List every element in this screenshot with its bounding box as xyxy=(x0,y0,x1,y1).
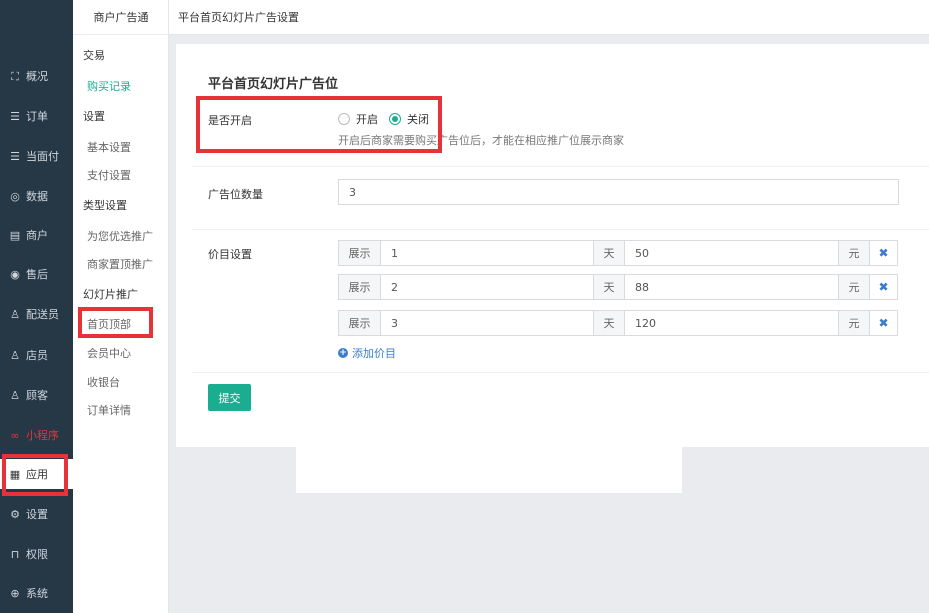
count-label: 广告位数量 xyxy=(208,188,263,201)
apps-icon: ▦ xyxy=(9,467,21,481)
main-nav: ⛶ 概况 ☰ 订单 ☰ 当面付 ◎ 数据 ▤ 商户 ◉ 售后 ♙ 配送员 ♙ 店员 ♙ 顾客 ∞ 小… xyxy=(0,0,73,613)
merchant-icon: ▤ xyxy=(9,228,21,242)
close-icon: ✖ xyxy=(878,280,889,294)
sub-nav: 商户广告通 交易 购买记录 设置 基本设置 支付设置 类型设置 为您优选推广 商… xyxy=(73,0,169,613)
price-row-price-unit: 元 xyxy=(838,274,870,300)
delete-price-button[interactable]: ✖ xyxy=(869,274,898,300)
price-row-price-input[interactable]: 120 xyxy=(624,310,839,336)
price-row-price-unit: 元 xyxy=(838,310,870,336)
subnav-item-basic-settings[interactable]: 基本设置 xyxy=(87,139,131,155)
nav-item-courier[interactable]: ♙ 配送员 xyxy=(0,299,73,329)
nav-item-orders[interactable]: ☰ 订单 xyxy=(0,101,73,131)
clerk-icon: ♙ xyxy=(10,348,20,362)
price-row-day-unit: 天 xyxy=(593,240,625,266)
divider xyxy=(192,229,929,230)
nav-item-miniprogram[interactable]: ∞ 小程序 xyxy=(0,420,73,450)
subnav-item-home-top[interactable]: 首页顶部 xyxy=(87,316,131,332)
subnav-group-slides: 幻灯片推广 xyxy=(83,288,138,301)
divider xyxy=(192,166,929,167)
close-icon: ✖ xyxy=(878,246,889,260)
price-row-days-input[interactable]: 3 xyxy=(380,310,594,336)
page-title: 平台首页幻灯片广告设置 xyxy=(178,11,299,24)
lock-icon: ⊓ xyxy=(10,547,20,561)
nav-item-data[interactable]: ◎ 数据 xyxy=(0,181,73,211)
subnav-item-pay-settings[interactable]: 支付设置 xyxy=(87,167,131,183)
enable-hint: 开启后商家需要购买广告位后，才能在相应推广位展示商家 xyxy=(338,134,624,147)
nav-item-settings[interactable]: ⚙ 设置 xyxy=(0,499,73,529)
price-row-day-unit: 天 xyxy=(593,274,625,300)
nav-item-aftersale[interactable]: ◉ 售后 xyxy=(0,259,73,289)
add-price-link[interactable]: + 添加价目 xyxy=(338,345,396,361)
price-row-prefix: 展示 xyxy=(338,240,381,266)
subnav-group-settings: 设置 xyxy=(83,110,105,123)
submit-button[interactable]: 提交 xyxy=(208,384,251,411)
radio-enable-off[interactable]: 关闭 xyxy=(389,111,429,127)
aftersale-icon: ◉ xyxy=(10,267,20,281)
courier-icon: ♙ xyxy=(10,307,20,321)
order-icon: ☰ xyxy=(10,109,20,123)
price-row-price-input[interactable]: 50 xyxy=(624,240,839,266)
subnav-item-member-center[interactable]: 会员中心 xyxy=(87,345,131,361)
radio-circle-icon xyxy=(338,113,350,125)
nav-item-overview[interactable]: ⛶ 概况 xyxy=(0,61,73,91)
price-row-prefix: 展示 xyxy=(338,274,381,300)
subnav-item-top[interactable]: 商家置顶推广 xyxy=(87,256,153,272)
nav-item-permissions[interactable]: ⊓ 权限 xyxy=(0,539,73,569)
price-row-prefix: 展示 xyxy=(338,310,381,336)
nav-item-merchant[interactable]: ▤ 商户 xyxy=(0,220,73,250)
system-icon: ⊕ xyxy=(10,586,20,600)
subnav-item-order-detail[interactable]: 订单详情 xyxy=(87,402,131,418)
nav-item-customer[interactable]: ♙ 顾客 xyxy=(0,380,73,410)
price-label: 价目设置 xyxy=(208,248,252,261)
subnav-item-preferred[interactable]: 为您优选推广 xyxy=(87,228,153,244)
overview-icon: ⛶ xyxy=(11,69,19,83)
panel-extension xyxy=(296,447,682,493)
divider xyxy=(192,372,929,373)
form-title: 平台首页幻灯片广告位 xyxy=(208,77,339,92)
subnav-group-type: 类型设置 xyxy=(83,199,127,212)
price-row-day-unit: 天 xyxy=(593,310,625,336)
data-icon: ◎ xyxy=(10,189,20,203)
nav-item-pay[interactable]: ☰ 当面付 xyxy=(0,141,73,171)
close-icon: ✖ xyxy=(878,316,889,330)
subnav-item-cashier[interactable]: 收银台 xyxy=(87,374,120,390)
subnav-title: 商户广告通 xyxy=(73,0,169,35)
price-row-days-input[interactable]: 1 xyxy=(380,240,594,266)
enable-label: 是否开启 xyxy=(208,114,252,127)
plus-circle-icon: + xyxy=(338,348,348,358)
pay-icon: ☰ xyxy=(10,149,20,163)
nav-item-apps[interactable]: ▦ 应用 xyxy=(0,459,73,489)
settings-panel: 平台首页幻灯片广告位 是否开启 开启 关闭 开启后商家需要购买广告位后，才能在相… xyxy=(176,44,929,447)
delete-price-button[interactable]: ✖ xyxy=(869,240,898,266)
radio-checked-icon xyxy=(389,113,401,125)
count-input[interactable]: 3 xyxy=(338,179,899,205)
price-row-price-unit: 元 xyxy=(838,240,870,266)
nav-item-clerk[interactable]: ♙ 店员 xyxy=(0,340,73,370)
radio-enable-on[interactable]: 开启 xyxy=(338,111,378,127)
settings-icon: ⚙ xyxy=(10,507,20,521)
subnav-item-purchase-records[interactable]: 购买记录 xyxy=(87,78,131,94)
nav-item-system[interactable]: ⊕ 系统 xyxy=(0,578,73,608)
page-header: 平台首页幻灯片广告设置 xyxy=(169,0,929,35)
delete-price-button[interactable]: ✖ xyxy=(869,310,898,336)
miniprogram-icon: ∞ xyxy=(10,428,20,442)
price-row-days-input[interactable]: 2 xyxy=(380,274,594,300)
customer-icon: ♙ xyxy=(10,388,20,402)
price-row-price-input[interactable]: 88 xyxy=(624,274,839,300)
subnav-group-trade: 交易 xyxy=(83,49,105,62)
